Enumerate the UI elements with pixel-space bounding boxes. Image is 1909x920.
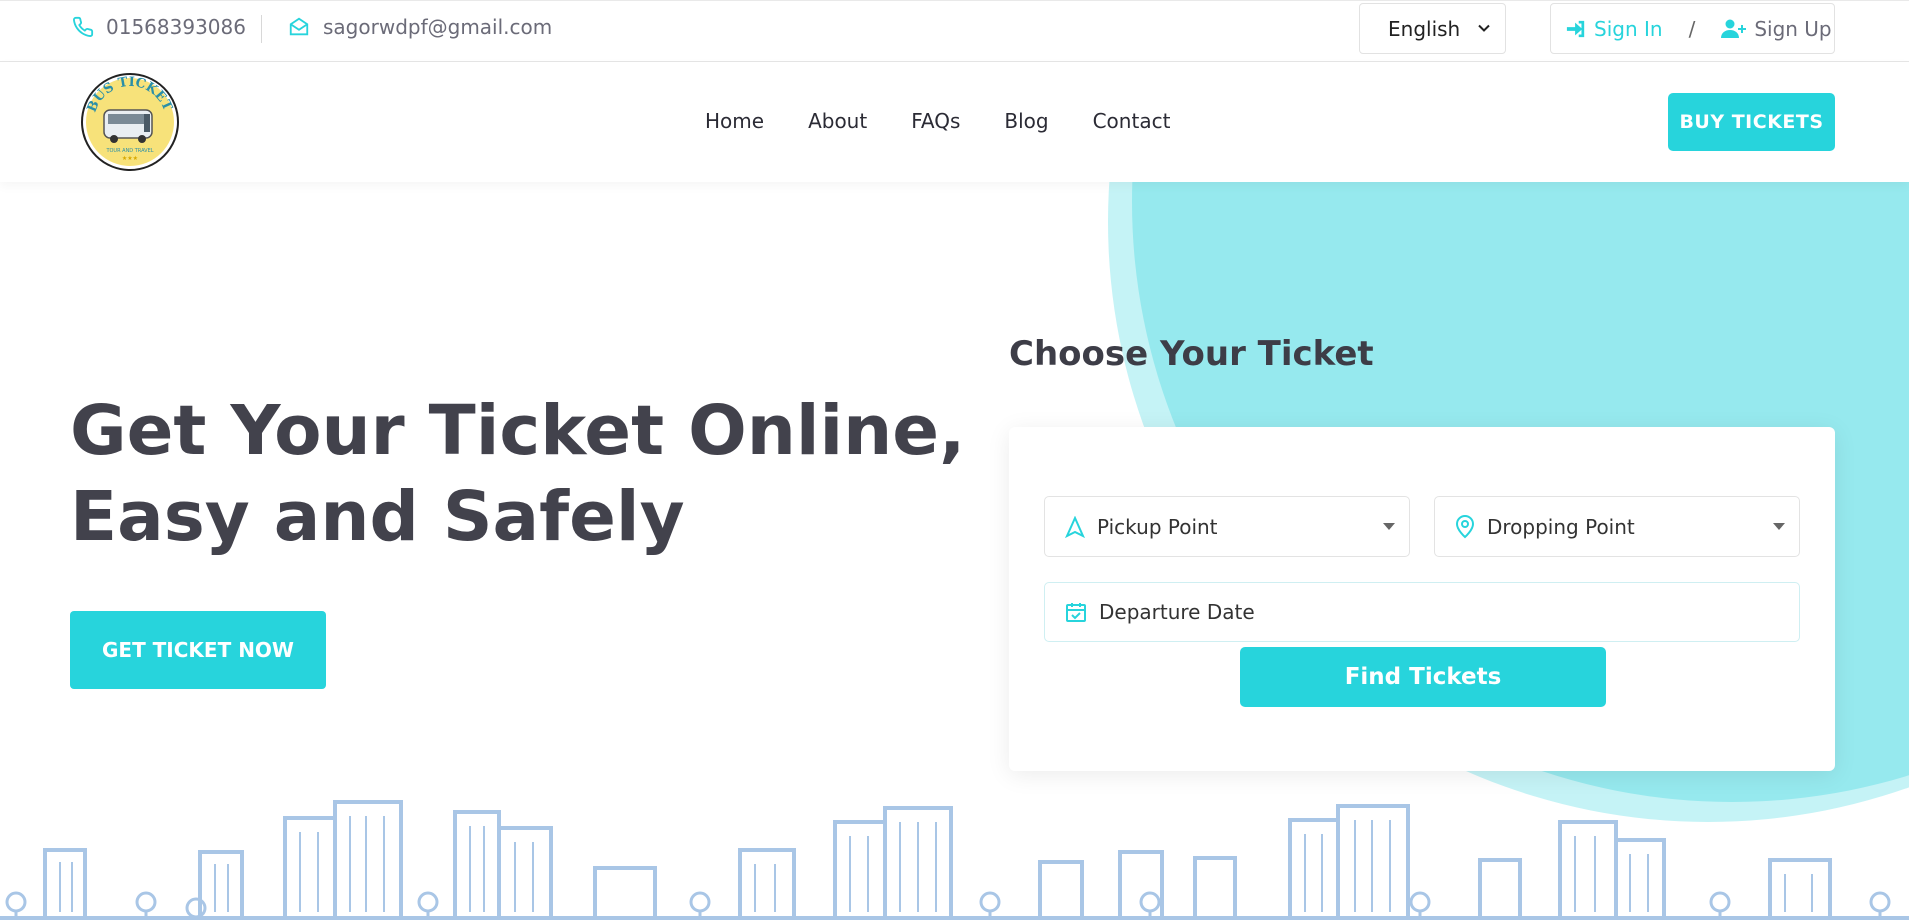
envelope-icon — [289, 17, 309, 36]
calendar-check-icon — [1066, 603, 1086, 622]
caret-down-icon — [1773, 523, 1785, 530]
nav-about[interactable]: About — [808, 109, 867, 133]
nav-blog[interactable]: Blog — [1004, 109, 1048, 133]
bus-ticket-logo[interactable]: BUS TICKET TOUR AND TRAVEL ★★★ — [80, 72, 180, 172]
language-value: English — [1388, 16, 1461, 41]
headline-line-2: Easy and Safely — [70, 477, 685, 557]
buy-tickets-button[interactable]: BUY TICKETS — [1668, 93, 1835, 151]
sign-up-link[interactable]: Sign Up — [1721, 16, 1832, 41]
ticket-search-card: Pickup Point Dropping Point Departure Da… — [1009, 427, 1835, 771]
find-tickets-button[interactable]: Find Tickets — [1240, 647, 1606, 707]
sign-in-icon — [1566, 20, 1585, 37]
city-skyline-illustration — [0, 800, 1909, 920]
phone-number: 01568393086 — [106, 15, 246, 39]
divider — [261, 15, 262, 43]
main-navigation: BUS TICKET TOUR AND TRAVEL ★★★ Home Abou… — [0, 62, 1909, 182]
caret-down-icon — [1383, 523, 1395, 530]
dropping-point-select[interactable]: Dropping Point — [1434, 496, 1800, 557]
headline-line-1: Get Your Ticket Online, — [70, 391, 966, 471]
auth-box: Sign In / Sign Up — [1550, 3, 1835, 54]
get-ticket-now-button[interactable]: GET TICKET NOW — [70, 611, 326, 689]
nav-menu: Home About FAQs Blog Contact — [705, 109, 1214, 133]
hero-section: Get Your Ticket Online, Easy and Safely … — [0, 182, 1909, 920]
sign-up-label: Sign Up — [1754, 16, 1832, 41]
sign-in-link[interactable]: Sign In — [1565, 17, 1663, 41]
chevron-down-icon — [1478, 24, 1490, 32]
svg-text:TOUR AND TRAVEL: TOUR AND TRAVEL — [105, 148, 153, 154]
navigation-arrow-icon — [1065, 515, 1085, 538]
email-contact[interactable]: sagorwdpf@gmail.com — [287, 15, 552, 39]
sign-in-label: Sign In — [1594, 16, 1663, 41]
nav-home[interactable]: Home — [705, 109, 764, 133]
phone-icon — [73, 16, 94, 37]
pickup-placeholder: Pickup Point — [1097, 514, 1218, 539]
date-placeholder: Departure Date — [1099, 600, 1255, 624]
phone-contact[interactable]: 01568393086 — [72, 15, 246, 39]
auth-separator: / — [1688, 16, 1696, 41]
svg-text:★★★: ★★★ — [122, 155, 138, 162]
nav-contact[interactable]: Contact — [1093, 109, 1171, 133]
search-title: Choose Your Ticket — [1009, 334, 1374, 374]
dropping-placeholder: Dropping Point — [1487, 514, 1635, 539]
email-address: sagorwdpf@gmail.com — [323, 15, 553, 39]
departure-date-input[interactable]: Departure Date — [1044, 582, 1800, 642]
language-select[interactable]: English — [1359, 3, 1506, 54]
map-pin-icon — [1455, 514, 1475, 538]
pickup-point-select[interactable]: Pickup Point — [1044, 496, 1410, 557]
top-bar: 01568393086 sagorwdpf@gmail.com English … — [0, 0, 1909, 62]
nav-faqs[interactable]: FAQs — [911, 109, 960, 133]
hero-headline: Get Your Ticket Online, Easy and Safely — [70, 388, 965, 560]
user-plus-icon — [1721, 19, 1747, 38]
